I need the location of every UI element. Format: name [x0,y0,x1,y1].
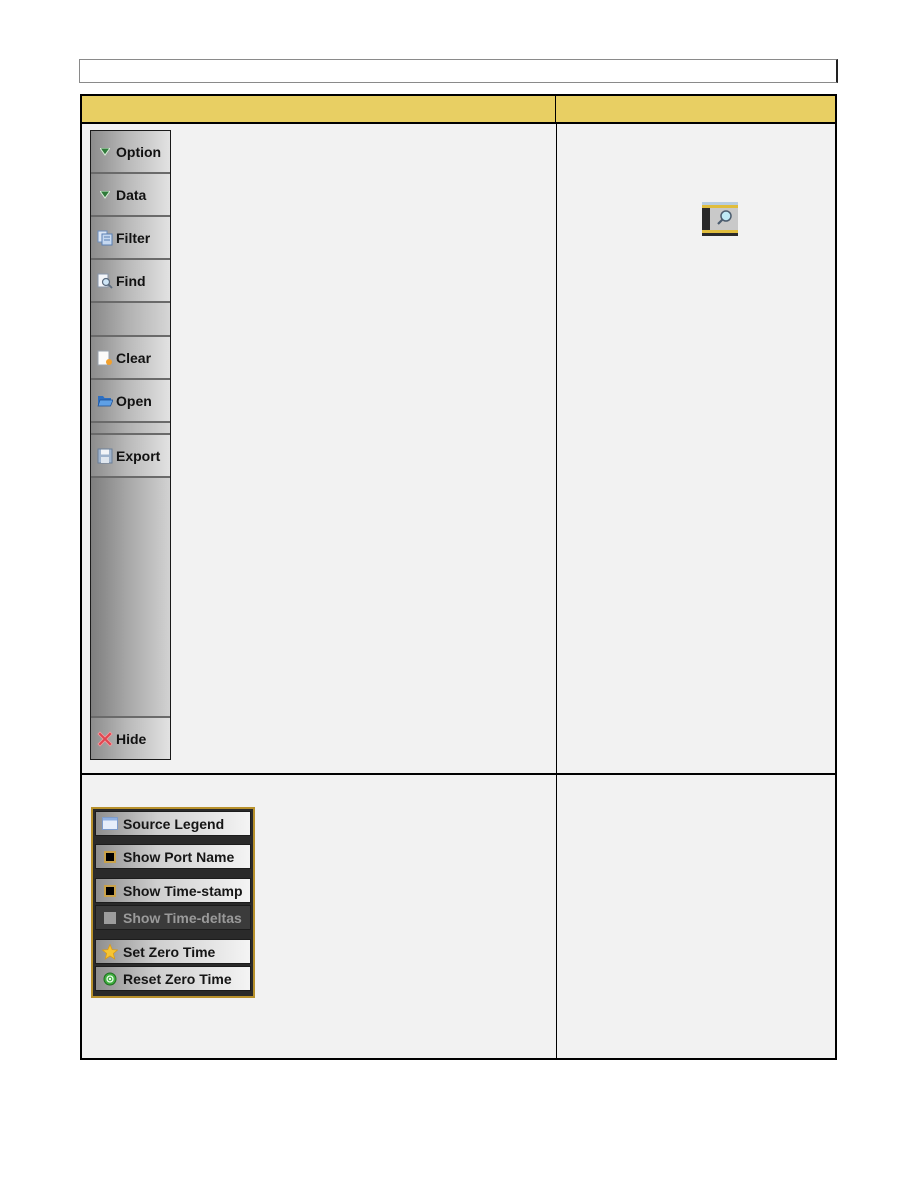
toolbar-find-button[interactable]: Find [91,260,170,303]
reference-table: Option Data Filter Find Clear Open Expor… [80,94,837,1060]
close-x-icon [97,730,113,747]
toolbar-find-label: Find [116,272,146,289]
menu-item-label: Source Legend [123,815,225,832]
star-icon [102,943,118,960]
menu-item-show-time-deltas: Show Time-deltas [95,905,251,930]
table-header-notes [556,96,835,124]
triangle-down-icon [97,187,113,203]
menu-item-label: Show Port Name [123,848,235,865]
checkbox-unchecked[interactable] [104,884,116,897]
toolbar-spacer [91,423,170,435]
folder-open-icon [97,393,113,409]
vertical-toolbar: Option Data Filter Find Clear Open Expor… [90,130,171,760]
magnifier-button-sample[interactable] [702,202,738,236]
menu-item-source-legend[interactable]: Source Legend [95,811,251,836]
toolbar-filter-label: Filter [116,229,151,246]
triangle-down-icon [97,144,113,160]
row-divider [82,773,835,775]
toolbar-open-button[interactable]: Open [91,380,170,423]
toolbar-option-label: Option [116,143,162,160]
toolbar-hide-button[interactable]: Hide [91,716,170,759]
toolbar-export-button[interactable]: Export [91,435,170,478]
save-icon [97,448,113,464]
menu-item-label: Reset Zero Time [123,970,232,987]
toolbar-clear-button[interactable]: Clear [91,337,170,380]
toolbar-export-label: Export [116,447,161,464]
find-icon [97,273,113,289]
filter-icon [97,230,113,246]
legend-icon [102,816,118,832]
menu-item-reset-zero-time[interactable]: Reset Zero Time [95,966,251,991]
toolbar-option-button[interactable]: Option [91,131,170,174]
menu-item-label: Show Time-deltas [123,909,242,926]
toolbar-hide-label: Hide [116,730,147,747]
toolbar-open-label: Open [116,392,152,409]
menu-item-set-zero-time[interactable]: Set Zero Time [95,939,251,964]
clear-icon [97,350,113,366]
toolbar-data-button[interactable]: Data [91,174,170,217]
menu-item-show-time-stamp[interactable]: Show Time-stamp [95,878,251,903]
toolbar-data-label: Data [116,186,147,203]
display-options-menu: Source Legend Show Port Name Show Time-s… [91,807,255,998]
menu-item-show-port-name[interactable]: Show Port Name [95,844,251,869]
menu-item-label: Set Zero Time [123,943,216,960]
reset-circle-icon [102,971,118,987]
checkbox-unchecked[interactable] [104,850,116,863]
page-title-bar [79,59,838,83]
toolbar-filter-button[interactable]: Filter [91,217,170,260]
column-divider [556,124,557,1058]
toolbar-spacer [91,303,170,337]
toolbar-clear-label: Clear [116,349,152,366]
table-header-description [82,96,556,124]
checkbox-disabled [104,911,116,924]
magnifier-icon [702,202,738,236]
menu-item-label: Show Time-stamp [123,882,243,899]
